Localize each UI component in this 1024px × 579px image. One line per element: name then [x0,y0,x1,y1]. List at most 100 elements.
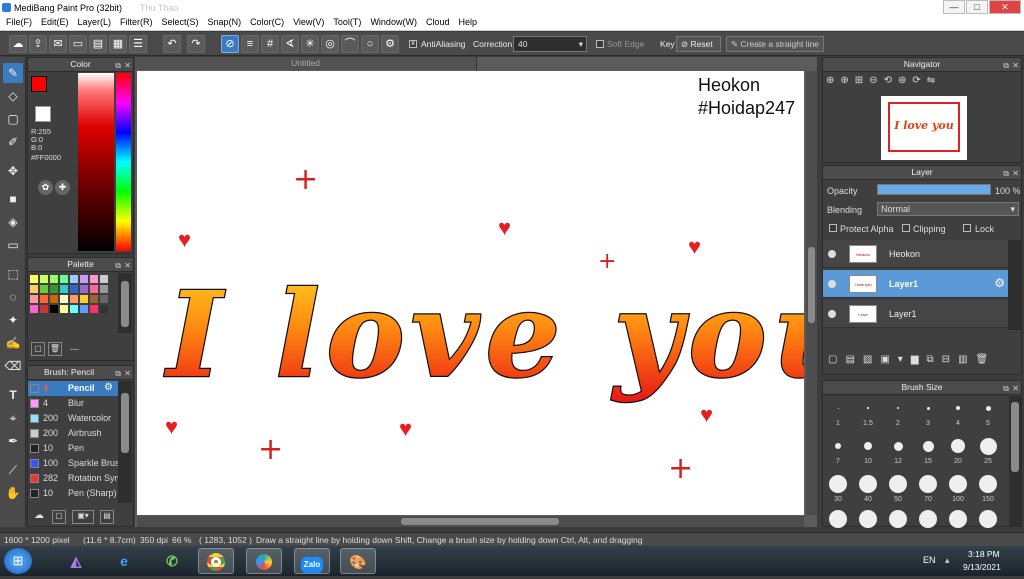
comment-list-icon[interactable]: ▭ [69,35,87,53]
layer-row[interactable]: Heokon Heokon [823,240,1008,268]
folder-icon[interactable]: ▆ [911,354,927,365]
flip-icon[interactable]: ⇋ [927,75,941,86]
canvas-h-thumb[interactable] [401,518,559,525]
palette-swatch[interactable] [70,285,78,293]
brush-size-cell[interactable]: 100 [943,472,973,508]
opacity-slider[interactable] [877,184,991,195]
select-pen-tool-icon[interactable]: ✍ [3,333,23,353]
divide-tool-icon[interactable]: ⟋ [3,460,23,480]
document-icon[interactable]: ▤ [89,35,107,53]
color-wheel-icon[interactable]: ✿ [38,180,53,195]
add-brush-dropdown-icon[interactable]: ▣▾ [72,510,94,524]
palette-swatch[interactable] [60,275,68,283]
palette-swatch[interactable] [40,285,48,293]
operation-tool-icon[interactable]: ⌖ [3,408,23,428]
internet-explorer-icon[interactable]: e [106,548,142,574]
brush-size-cell[interactable]: 12 [883,434,913,470]
brush-size-cell[interactable] [913,510,943,528]
snap-parallel-icon[interactable]: ≡ [241,35,259,53]
new-palette-icon[interactable]: ▢ [31,342,45,356]
close-icon[interactable]: ✕ [124,259,131,272]
primary-color-swatch[interactable] [31,76,47,92]
palette-swatch[interactable] [60,285,68,293]
antialiasing-checkbox[interactable]: x [409,40,417,48]
duplicate-layer-icon[interactable]: ⧉ [927,354,942,365]
brush-item[interactable]: 200 Watercolor [28,411,118,426]
palette-swatch[interactable] [100,305,108,313]
brush-size-cell[interactable]: 2 [883,396,913,432]
brush-size-cell[interactable]: 5 [973,396,1003,432]
visibility-icon[interactable] [828,250,836,258]
palette-scrollbar[interactable] [118,273,132,333]
brush-scrollbar[interactable] [118,381,132,503]
close-icon[interactable]: ✕ [124,367,131,380]
palette-swatch[interactable] [80,275,88,283]
popout-icon[interactable]: ⧉ [115,367,121,380]
palette-swatch[interactable] [100,285,108,293]
snap-off-icon[interactable]: ⊘ [221,35,239,53]
paint-icon[interactable]: 🎨 [340,548,376,574]
palette-swatch[interactable] [40,295,48,303]
visual-studio-icon[interactable]: ◭ [58,548,94,574]
popout-icon[interactable]: ⧉ [115,259,121,272]
palette-swatch[interactable] [60,295,68,303]
snap-radial-icon[interactable]: ✳ [301,35,319,53]
popout-icon[interactable]: ⧉ [1003,382,1009,395]
palette-swatch[interactable] [70,305,78,313]
brush-item[interactable]: 4 Blur [28,396,118,411]
brush-alt-tool-icon[interactable]: ✐ [3,132,23,152]
close-icon[interactable]: ✕ [124,59,131,72]
gear-icon[interactable]: ⚙ [104,382,113,393]
visibility-icon[interactable] [828,310,836,318]
eyedropper-tool-icon[interactable]: ✒ [3,431,23,451]
chrome-icon[interactable] [198,548,234,574]
protect-alpha-checkbox[interactable] [829,224,837,232]
select-eraser-tool-icon[interactable]: ⌫ [3,356,23,376]
close-icon[interactable]: ✕ [1012,382,1019,395]
gradient-tool-icon[interactable]: ▭ [3,235,23,255]
lasso-tool-icon[interactable]: ◌ [3,287,23,307]
close-icon[interactable]: ✕ [1012,59,1019,72]
hue-slider[interactable] [116,73,131,251]
eraser-tool-icon[interactable]: ◇ [3,86,23,106]
brush-size-cell[interactable]: 25 [973,434,1003,470]
cloud-brush-icon[interactable]: ☁ [32,510,46,524]
brush-size-cell[interactable]: 20 [943,434,973,470]
color-add-icon[interactable]: ✚ [55,180,70,195]
language-indicator[interactable]: EN [923,555,936,565]
brush-size-cell[interactable]: 7 [823,434,853,470]
palette-swatch[interactable] [90,295,98,303]
merge-down-icon[interactable]: ⊟ [942,354,958,365]
clock-date[interactable]: 9/13/2021 [963,562,1001,572]
snap-ellipse-icon[interactable]: ○ [361,35,379,53]
fit-icon[interactable]: ⊞ [855,75,869,86]
layer-scrollbar[interactable] [1008,240,1021,330]
menu-snap[interactable]: Snap(N) [202,16,245,27]
brush-item[interactable]: 282 Rotation Sym [28,471,118,486]
close-icon[interactable]: ✕ [1012,167,1019,180]
brush-item[interactable]: 100 Sparkle Brush [28,456,118,471]
brush-settings-icon[interactable]: ▤ [100,510,114,524]
move-tool-icon[interactable]: ✥ [3,161,23,181]
share-icon[interactable]: ⇪ [29,35,47,53]
layer-settings-icon[interactable]: ▥ [958,354,975,365]
brush-size-cell[interactable]: 50 [883,472,913,508]
brush-size-cell[interactable]: 15 [913,434,943,470]
brush-item[interactable]: 10 Pen [28,441,118,456]
redo-icon[interactable]: ↷ [187,35,205,53]
palette-swatch[interactable] [50,275,58,283]
brush-size-cell[interactable] [823,510,853,528]
brush-size-cell[interactable]: 10 [853,434,883,470]
palette-swatch[interactable] [30,305,38,313]
rotate-left-icon[interactable]: ⟲ [884,75,898,86]
zalo-icon[interactable]: Zalo [294,548,330,574]
palette-swatch[interactable] [50,305,58,313]
brush-size-cell[interactable]: 1.5 [853,396,883,432]
canvas-v-thumb[interactable] [808,247,815,323]
brush-size-cell[interactable]: 3 [913,396,943,432]
menu-filter[interactable]: Filter(R) [114,16,156,27]
palette-swatch[interactable] [80,305,88,313]
transparent-color-swatch[interactable] [35,106,51,122]
menu-edit[interactable]: Edit(E) [35,16,72,27]
palette-swatch[interactable] [50,285,58,293]
